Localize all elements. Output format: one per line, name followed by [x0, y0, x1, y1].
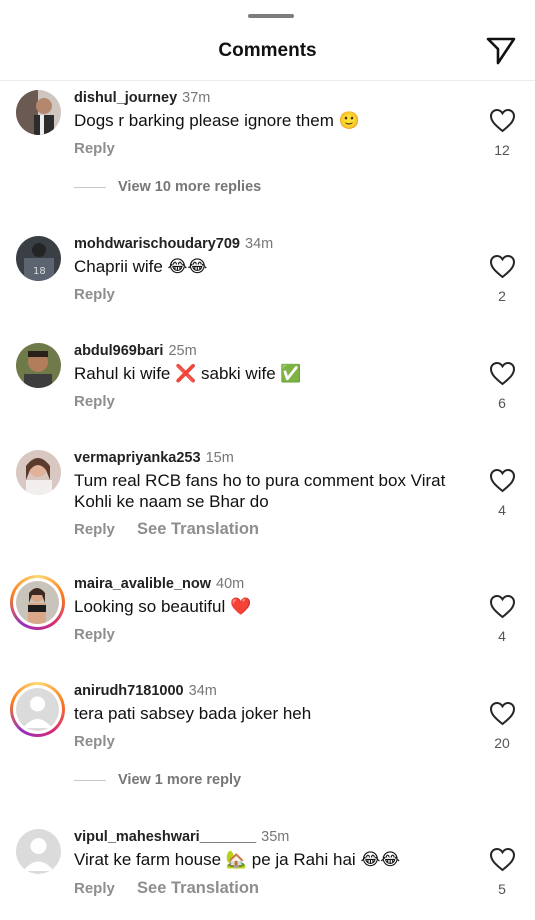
- cross-mark-emoji: ❌: [175, 364, 197, 384]
- svg-text:18: 18: [33, 266, 46, 277]
- check-mark-emoji: ✅: [280, 364, 302, 384]
- see-translation-button[interactable]: See Translation: [137, 520, 259, 538]
- view-more-replies[interactable]: View 10 more replies: [74, 179, 261, 195]
- laughing-emoji: 😂😂: [167, 257, 208, 277]
- like-count: 20: [494, 735, 510, 751]
- default-avatar: [16, 688, 59, 731]
- avatar: [16, 581, 59, 624]
- username[interactable]: maira_avalible_now: [74, 576, 211, 592]
- reply-button[interactable]: Reply: [74, 286, 115, 303]
- like-count: 12: [494, 142, 510, 158]
- drag-handle[interactable]: [248, 14, 294, 18]
- story-ring[interactable]: [10, 682, 65, 737]
- comment-item: vermapriyanka253 15m Tum real RCB fans ho…: [0, 446, 535, 556]
- divider: [74, 779, 106, 781]
- comment-text: tera pati sabsey bada joker heh: [74, 704, 312, 723]
- avatar[interactable]: [16, 343, 61, 388]
- comment-text: Rahul ki wife: [74, 364, 171, 383]
- avatar[interactable]: 18: [16, 236, 61, 281]
- comment-text-continued: sabki wife: [201, 364, 276, 383]
- red-heart-emoji: ❤️: [229, 597, 252, 617]
- heart-icon[interactable]: [489, 468, 516, 493]
- reply-button[interactable]: Reply: [74, 393, 115, 410]
- timestamp: 40m: [216, 576, 245, 592]
- comment-item: abdul969bari 25m Rahul ki wife ❌ sabki wi…: [0, 339, 535, 439]
- reply-button[interactable]: Reply: [74, 880, 115, 897]
- avatar[interactable]: [16, 450, 61, 495]
- username[interactable]: mohdwarischoudary709: [74, 236, 240, 252]
- heart-icon[interactable]: [489, 594, 516, 619]
- like-count: 6: [498, 395, 506, 411]
- timestamp: 34m: [245, 236, 274, 252]
- laughing-emoji: 😂😂: [360, 850, 401, 870]
- comments-header: Comments: [0, 0, 535, 81]
- view-more-replies-label: View 1 more reply: [118, 772, 242, 788]
- view-more-replies[interactable]: View 1 more reply: [74, 772, 241, 788]
- comment-item: dishul_journey 37m Dogs r barking please …: [0, 86, 535, 186]
- username[interactable]: abdul969bari: [74, 343, 163, 359]
- comment-text-continued: pe ja Rahi hai: [251, 850, 356, 869]
- heart-icon[interactable]: [489, 847, 516, 872]
- comment-item: vipul_maheshwari_______ 35m Virat ke farm…: [0, 825, 535, 920]
- reply-button[interactable]: Reply: [74, 626, 115, 643]
- reply-button[interactable]: Reply: [74, 733, 115, 750]
- timestamp: 25m: [168, 343, 197, 359]
- username[interactable]: vermapriyanka253: [74, 450, 201, 466]
- comment-text: Virat ke farm house: [74, 850, 222, 869]
- heart-icon[interactable]: [489, 108, 516, 133]
- like-count: 2: [498, 288, 506, 304]
- username[interactable]: anirudh7181000: [74, 683, 184, 699]
- comment-text: Tum real RCB fans ho to pura comment box…: [74, 471, 446, 511]
- comments-sheet: Comments dishul_journey 37m Dogs r barkin…: [0, 0, 535, 920]
- comment-item: maira_avalible_now 40m Looking so beautif…: [0, 572, 535, 672]
- paper-plane-icon[interactable]: [484, 33, 518, 67]
- like-count: 4: [498, 628, 506, 644]
- like-count: 5: [498, 881, 506, 897]
- comment-text: Chaprii wife: [74, 257, 163, 276]
- comment-text: Looking so beautiful: [74, 597, 226, 616]
- page-title: Comments: [218, 40, 317, 61]
- comment-item: anirudh7181000 34m tera pati sabsey bada …: [0, 679, 535, 779]
- house-emoji: 🏡: [225, 850, 247, 870]
- view-more-replies-label: View 10 more replies: [118, 179, 262, 195]
- smile-emoji: 🙂: [338, 111, 360, 131]
- timestamp: 15m: [205, 450, 234, 466]
- see-translation-button[interactable]: See Translation: [137, 879, 259, 897]
- username[interactable]: dishul_journey: [74, 90, 177, 106]
- timestamp: 34m: [188, 683, 217, 699]
- heart-icon[interactable]: [489, 701, 516, 726]
- reply-button[interactable]: Reply: [74, 140, 115, 157]
- timestamp: 35m: [261, 829, 290, 845]
- comment-item: 18 mohdwarischoudary709 34m Chaprii wife …: [0, 232, 535, 332]
- reply-button[interactable]: Reply: [74, 521, 115, 538]
- heart-icon[interactable]: [489, 361, 516, 386]
- comment-text: Dogs r barking please ignore them: [74, 111, 334, 130]
- divider: [74, 186, 106, 188]
- heart-icon[interactable]: [489, 254, 516, 279]
- default-avatar[interactable]: [16, 829, 61, 874]
- avatar[interactable]: [16, 90, 61, 135]
- username[interactable]: vipul_maheshwari_______: [74, 829, 256, 845]
- timestamp: 37m: [182, 90, 211, 106]
- story-ring[interactable]: [10, 575, 65, 630]
- like-count: 4: [498, 502, 506, 518]
